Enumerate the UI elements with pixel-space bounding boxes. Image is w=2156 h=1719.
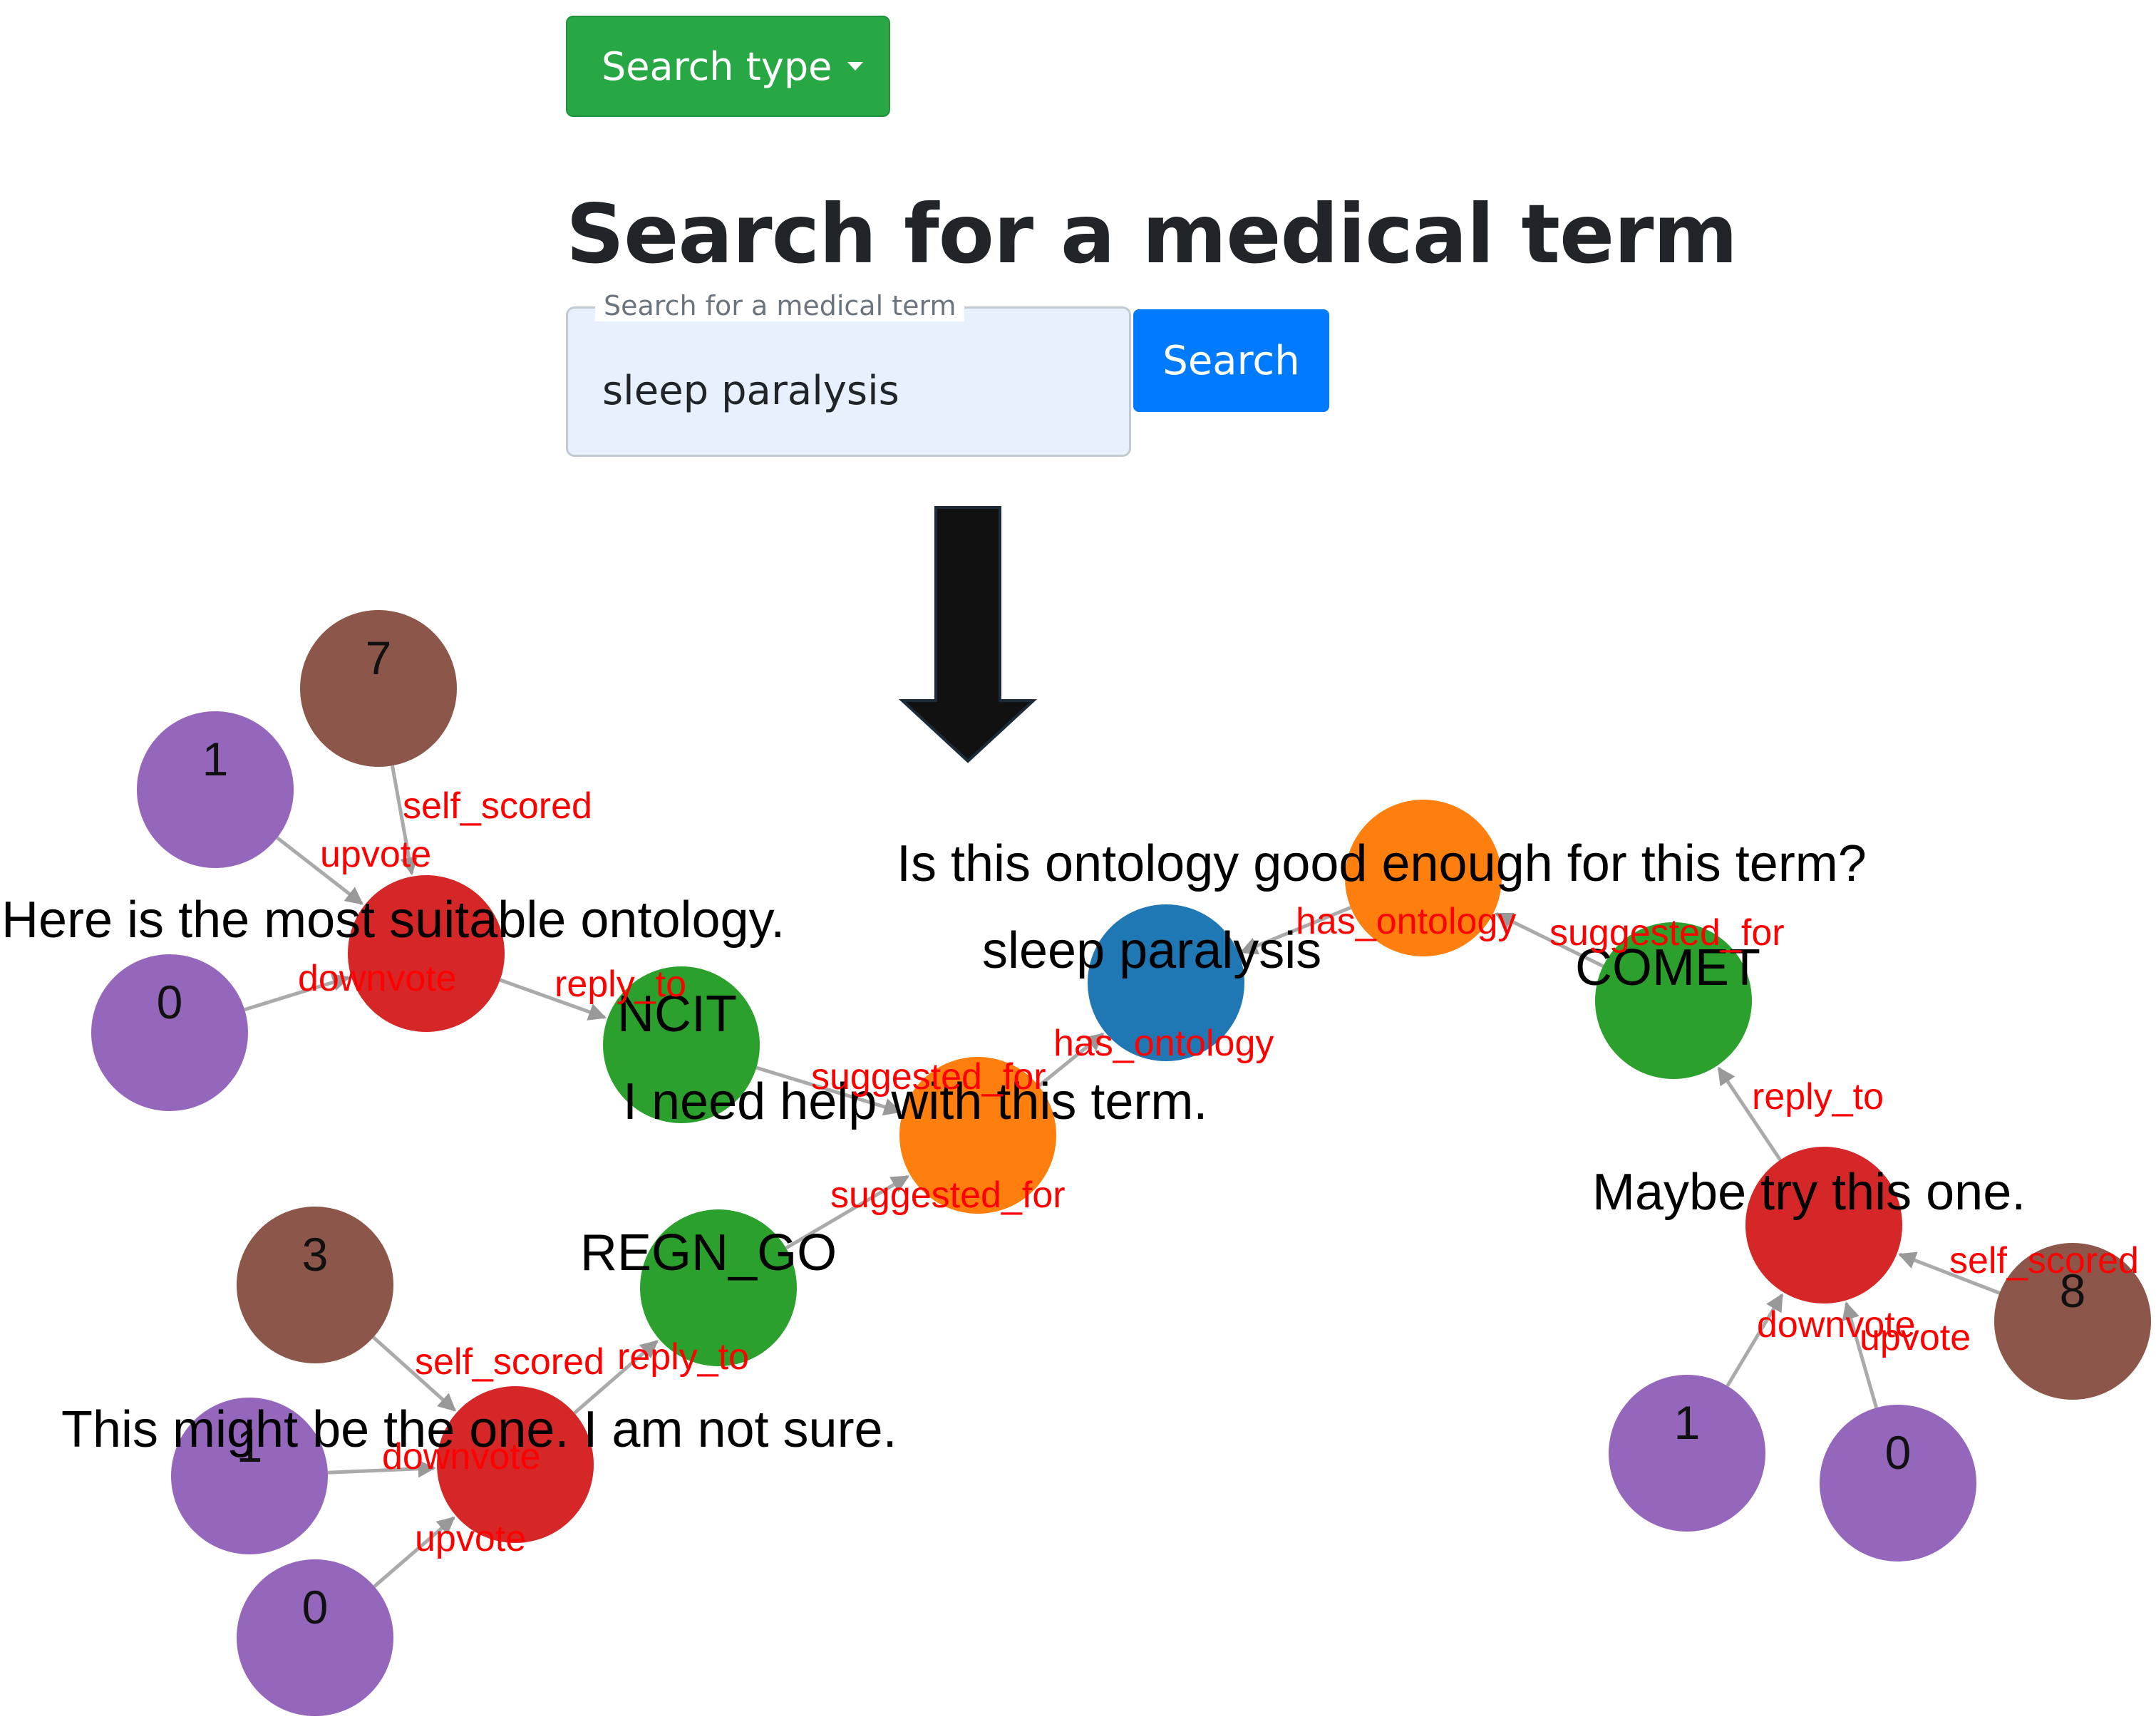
edge-label: suggested_for xyxy=(811,1056,1046,1098)
node-label-question-top: Is this ontology good enough for this te… xyxy=(897,835,1867,892)
edge-label: suggested_for xyxy=(830,1175,1066,1216)
edge-label: has_ontology xyxy=(1053,1023,1274,1064)
graph-node-value: 1 xyxy=(1674,1396,1701,1449)
edge-label: has_ontology xyxy=(1296,901,1516,942)
ontology-graph: 710310810 Is this ontology good enough f… xyxy=(1,506,2151,1716)
edge-label: self_scored xyxy=(403,785,592,827)
node-label-comment-left: Here is the most suitable ontology. xyxy=(1,892,785,949)
graph-node-value: 1 xyxy=(202,733,229,785)
graph-node-value: 0 xyxy=(157,976,183,1028)
edge-label: self_scored xyxy=(415,1341,604,1383)
graph-node-value: 0 xyxy=(302,1581,329,1633)
edge-label: downvote xyxy=(382,1436,541,1477)
edge-label: downvote xyxy=(298,958,457,999)
graph-node-value: 0 xyxy=(1885,1426,1912,1479)
graph-node-value: 3 xyxy=(302,1228,329,1281)
node-label-comment-right: Maybe try this one. xyxy=(1592,1164,2026,1221)
edge-label: upvote xyxy=(1860,1317,1971,1358)
node-label-regn-go: REGN_GO xyxy=(580,1224,837,1281)
edge-label: upvote xyxy=(415,1518,526,1559)
graph-node-value: 7 xyxy=(366,631,392,684)
node-label-term: sleep paralysis xyxy=(982,922,1321,979)
edge-label: suggested_for xyxy=(1549,912,1785,954)
edge-label: reply_to xyxy=(1752,1076,1884,1117)
edge-label: self_scored xyxy=(1949,1240,2139,1281)
down-arrow-icon xyxy=(898,506,1038,763)
graph-nodes: 710310810 xyxy=(91,610,2151,1716)
edge-label: reply_to xyxy=(617,1336,749,1378)
edge-label: reply_to xyxy=(555,964,686,1005)
edge-label: upvote xyxy=(320,834,431,875)
